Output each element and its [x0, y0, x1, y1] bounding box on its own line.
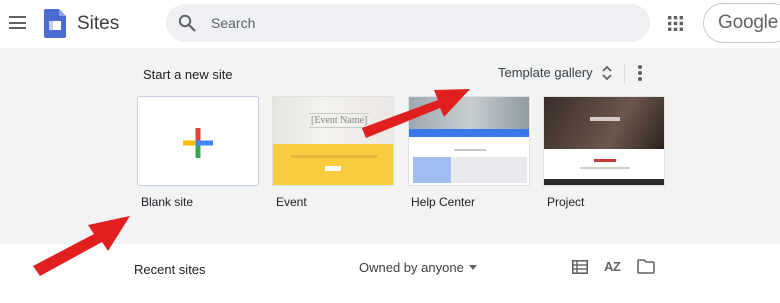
account-button[interactable]: Google: [703, 3, 780, 43]
sites-logo-icon[interactable]: [44, 9, 66, 38]
thumbnail-line: [594, 159, 616, 162]
thumbnail-hero: [544, 97, 664, 149]
plus-icon: [183, 128, 213, 158]
app-title[interactable]: Sites: [77, 13, 119, 35]
arrow-to-gallery-icon: [362, 89, 470, 138]
search-bar[interactable]: [166, 4, 650, 42]
account-label: Google: [718, 12, 779, 33]
folder-icon[interactable]: [637, 259, 655, 274]
template-blank-site[interactable]: [137, 96, 259, 186]
template-gallery-label: Template gallery: [498, 65, 593, 80]
owner-filter-dropdown[interactable]: Owned by anyone: [359, 259, 477, 277]
caret-down-icon: [468, 265, 477, 270]
sort-az-icon[interactable]: AZ: [604, 257, 624, 277]
template-project[interactable]: [543, 96, 665, 186]
thumbnail-tile: [489, 157, 527, 183]
thumbnail-footer: [544, 179, 664, 185]
thumbnail-line: [454, 149, 486, 151]
template-label[interactable]: Blank site: [141, 195, 193, 209]
more-vert-icon[interactable]: [637, 65, 643, 81]
arrow-to-blank-site-icon: [33, 216, 130, 276]
search-input[interactable]: [211, 13, 631, 33]
divider: [624, 64, 625, 84]
top-bar: Sites Google: [0, 0, 780, 48]
thumbnail-tile: [413, 157, 451, 183]
template-label[interactable]: Project: [547, 195, 584, 209]
unfold-icon: [602, 65, 612, 81]
search-icon[interactable]: [178, 14, 196, 32]
section-title: Start a new site: [143, 67, 233, 82]
recent-sites-title: Recent sites: [134, 262, 206, 277]
thumbnail-line: [291, 155, 377, 158]
thumbnail-band: [273, 144, 393, 185]
thumbnail-line: [590, 117, 620, 121]
thumbnail-line: [580, 167, 630, 169]
thumbnail-button: [325, 166, 341, 171]
thumbnail-tile: [451, 157, 489, 183]
menu-icon[interactable]: [9, 16, 26, 29]
owner-filter-label: Owned by anyone: [359, 260, 464, 275]
sort-az-label: AZ: [604, 259, 621, 274]
template-gallery-button[interactable]: Template gallery: [498, 62, 613, 86]
template-label[interactable]: Help Center: [411, 195, 475, 209]
list-view-icon[interactable]: [572, 260, 588, 274]
apps-icon[interactable]: [668, 16, 683, 31]
template-label[interactable]: Event: [276, 195, 307, 209]
